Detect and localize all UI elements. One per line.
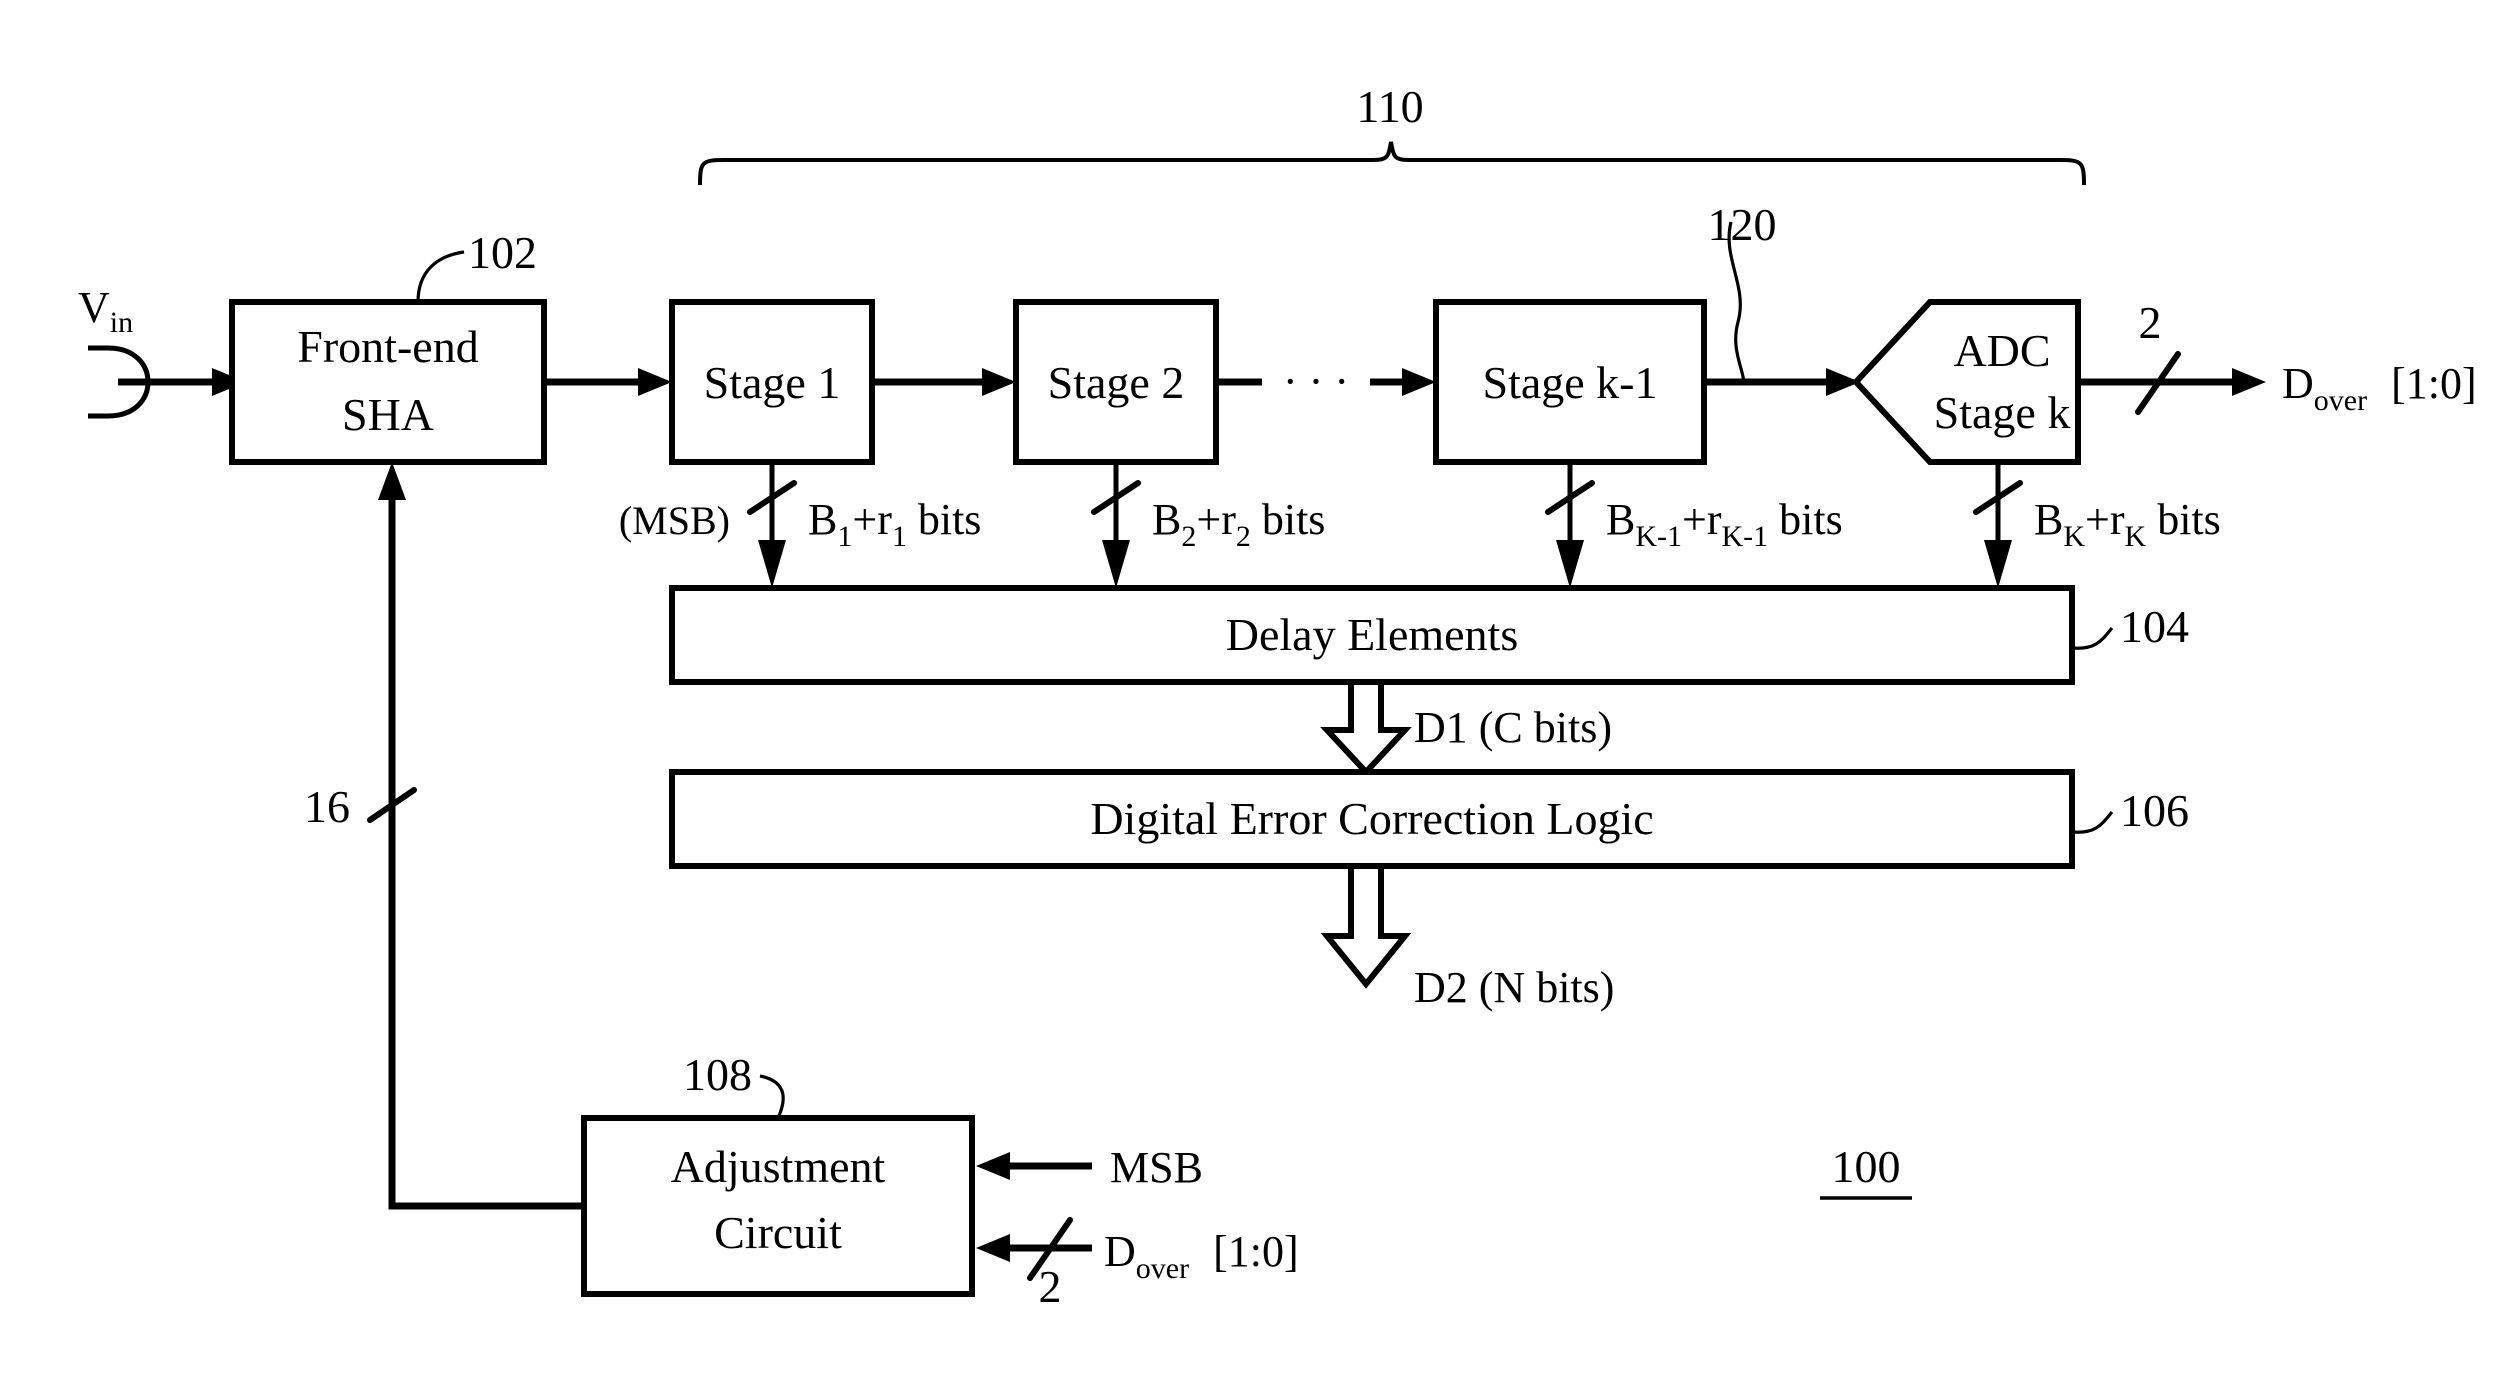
label-adjustment-circuit-line2: Circuit [714, 1207, 842, 1258]
arrowhead-sha-to-stage1 [638, 368, 672, 396]
ref-number-108: 108 [683, 1049, 752, 1100]
hollow-arrow-d1 [1320, 679, 1412, 777]
arrowhead-adck-bits [1984, 540, 2012, 588]
ref-106-leader-line [2071, 810, 2114, 834]
label-stage-ellipsis: · · · [1283, 357, 1349, 406]
label-stage-2: Stage 2 [1048, 357, 1185, 408]
label-bits-stage2: B2+r2 bits [1152, 495, 1325, 553]
hollow-arrow-d2 [1320, 863, 1412, 989]
label-dover-output: Dover [1:0] [2282, 359, 2477, 417]
ref-number-106: 106 [2120, 785, 2189, 836]
ref-number-120: 120 [1708, 199, 1777, 250]
label-adc-stage-k-line1: ADC [1953, 325, 2050, 376]
label-signal-d2: D2 (N bits) [1414, 963, 1614, 1012]
pipeline-brace [698, 141, 2086, 186]
ref-number-100-group: 100 [1820, 1141, 1912, 1200]
ref-102-leader-line [416, 250, 465, 303]
signal-d2-arrow-group [1320, 863, 1412, 989]
ref-108-leader-line [759, 1074, 785, 1119]
arrowhead-msb-to-adjust [976, 1152, 1010, 1180]
bit-drop-stagek1 [1545, 462, 1595, 588]
label-vin: Vin [78, 283, 133, 339]
arrowhead-feedback-to-sha [378, 462, 406, 500]
label-adc-stage-k-line2: Stage k [1934, 387, 2071, 438]
ref-number-104: 104 [2120, 601, 2189, 652]
label-adjustment-circuit-line1: Adjustment [671, 1141, 886, 1192]
bus-width-feedback: 16 [304, 781, 350, 832]
bus-width-dover-in: 2 [1039, 1261, 1062, 1312]
pipeline-brace-group [698, 141, 2086, 186]
label-stage-1: Stage 1 [704, 357, 841, 408]
label-front-end-sha-line1: Front-end [297, 321, 478, 372]
label-signal-d1: D1 (C bits) [1414, 703, 1612, 752]
dover-input-group [976, 1217, 1092, 1281]
label-bits-stagek1: BK-1+rK-1 bits [1606, 495, 1843, 553]
bus-width-dover-out: 2 [2139, 297, 2162, 348]
label-msb-annotation: (MSB) [619, 498, 730, 543]
label-front-end-sha-line2: SHA [342, 389, 434, 440]
ref-number-110: 110 [1356, 81, 1423, 132]
label-dover-input: Dover [1:0] [1104, 1227, 1299, 1285]
arrowhead-ellipsis-to-stagek1 [1402, 368, 1436, 396]
arrowhead-stage2-bits [1102, 540, 1130, 588]
signal-d1-arrow-group [1320, 679, 1412, 777]
arrowhead-stage1-to-stage2 [982, 368, 1016, 396]
patent-figure: Vin 102 110 120 104 106 108 100 Front-en… [0, 0, 2507, 1385]
label-msb-input: MSB [1110, 1143, 1203, 1192]
label-bits-adck: BK+rK bits [2034, 495, 2221, 553]
wire-feedback-to-sha [388, 500, 584, 1210]
bit-drop-stage2 [1091, 462, 1141, 588]
msb-input-group [976, 1152, 1092, 1180]
label-digital-error-correction-logic: Digital Error Correction Logic [1090, 793, 1653, 844]
arrowhead-stage1-bits [758, 540, 786, 588]
ref-104-leader-line [2071, 626, 2114, 650]
ref-number-100: 100 [1832, 1141, 1901, 1192]
feedback-path-group [367, 462, 584, 1210]
vin-input-port-group [88, 345, 246, 419]
arrowhead-adck-to-dover [2232, 368, 2266, 396]
ref-number-102: 102 [468, 227, 537, 278]
block-diagram-canvas: Vin 102 110 120 104 106 108 100 Front-en… [78, 81, 2477, 1312]
arrowhead-dover-to-adjust [976, 1234, 1010, 1262]
label-bits-stage1: B1+r1 bits [808, 495, 981, 553]
label-stage-k-minus-1: Stage k-1 [1482, 357, 1657, 408]
bit-drop-stage1 [747, 462, 797, 588]
bit-drop-adck [1973, 462, 2023, 588]
label-delay-elements: Delay Elements [1226, 609, 1519, 660]
arrowhead-stagek1-bits [1556, 540, 1584, 588]
